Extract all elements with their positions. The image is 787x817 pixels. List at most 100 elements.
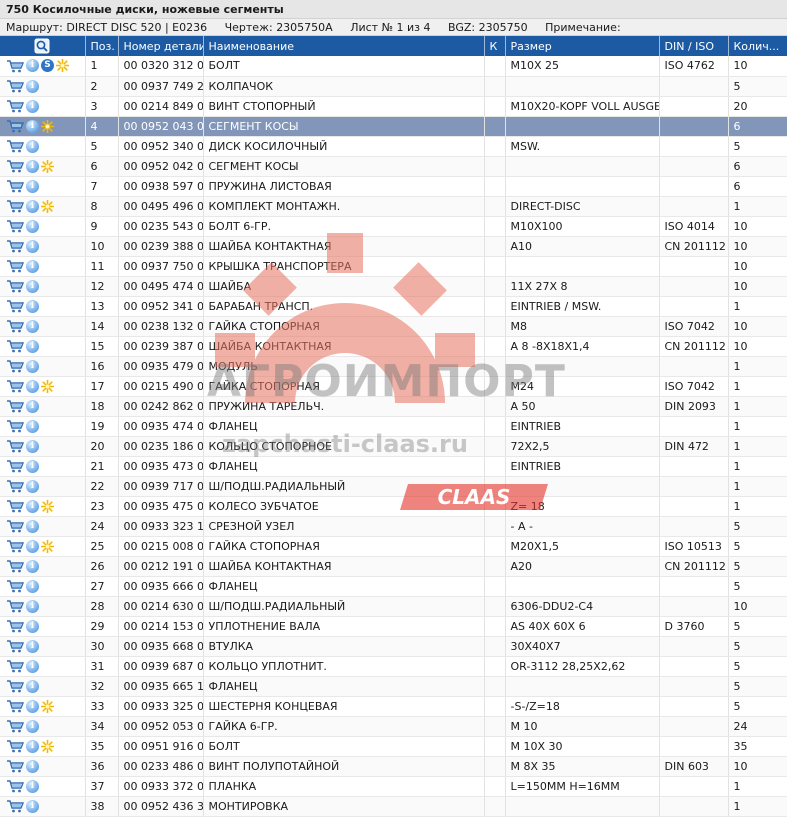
table-row[interactable]: i 16 00 0935 479 0 МОДУЛЬ 1 xyxy=(0,356,787,377)
info-icon[interactable]: i xyxy=(26,679,39,693)
table-row[interactable]: i 10 00 0239 388 0 ШАЙБА КОНТАКТНАЯ A10 CN 20… xyxy=(0,236,787,257)
table-row[interactable]: i 8 00 0495 496 0 КОМПЛЕКТ МОНТАЖН. DIRECT-D… xyxy=(0,196,787,217)
shopping-cart-icon[interactable] xyxy=(6,259,26,273)
cell-part-number[interactable]: 00 0952 340 0 xyxy=(118,136,204,157)
table-row[interactable]: i S 1 00 0320 312 0 БОЛТ M10X 25 ISO 4762 10 xyxy=(0,56,787,77)
cell-part-number[interactable]: 00 0939 687 0 xyxy=(118,656,204,677)
info-icon[interactable]: i xyxy=(26,459,39,473)
shopping-cart-icon[interactable] xyxy=(6,599,26,613)
table-row[interactable]: i 36 00 0233 486 0 ВИНТ ПОЛУПОТАЙНОЙ M 8X 35… xyxy=(0,756,787,777)
table-row[interactable]: i 20 00 0235 186 0 КОЛЬЦО СТОПОРНОЕ 72X2,5 DI… xyxy=(0,436,787,457)
shopping-cart-icon[interactable] xyxy=(6,679,26,693)
shopping-cart-icon[interactable] xyxy=(6,79,26,93)
info-icon[interactable]: i xyxy=(26,699,39,713)
info-icon[interactable]: i xyxy=(26,759,39,773)
info-icon[interactable]: i xyxy=(26,539,39,553)
cell-part-number[interactable]: 00 0952 043 0 xyxy=(118,116,204,137)
cell-part-number[interactable]: 00 0935 666 0 xyxy=(118,576,204,597)
table-row[interactable]: i 13 00 0952 341 0 БАРАБАН ТРАНСП. EINTRIEB … xyxy=(0,296,787,317)
cell-part-number[interactable]: 00 0952 053 0 xyxy=(118,716,204,737)
info-icon[interactable]: i xyxy=(26,639,39,653)
table-row[interactable]: i 30 00 0935 668 0 ВТУЛКА 30X40X7 5 xyxy=(0,636,787,657)
info-icon[interactable]: i xyxy=(26,359,39,373)
info-icon[interactable]: i xyxy=(26,579,39,593)
cell-part-number[interactable]: 00 0214 630 0 xyxy=(118,596,204,617)
table-row[interactable]: i 3 00 0214 849 0 ВИНТ СТОПОРНЫЙ M10X20-KOPF… xyxy=(0,96,787,117)
shopping-cart-icon[interactable] xyxy=(6,659,26,673)
info-icon[interactable]: i xyxy=(26,619,39,633)
shopping-cart-icon[interactable] xyxy=(6,199,26,213)
cell-part-number[interactable]: 00 0935 474 0 xyxy=(118,416,204,437)
cell-part-number[interactable]: 00 0937 750 0 xyxy=(118,256,204,277)
info-icon[interactable]: i xyxy=(26,79,39,93)
cell-part-number[interactable]: 00 0495 474 0 xyxy=(118,276,204,297)
table-row[interactable]: i 5 00 0952 340 0 ДИСК КОСИЛОЧНЫЙ MSW. 5 xyxy=(0,136,787,157)
shopping-cart-icon[interactable] xyxy=(6,439,26,453)
info-icon[interactable]: i xyxy=(26,299,39,313)
table-row[interactable]: i 28 00 0214 630 0 Ш/ПОДШ.РАДИАЛЬНЫЙ 6306-DD… xyxy=(0,596,787,617)
info-icon[interactable]: i xyxy=(26,339,39,353)
cell-part-number[interactable]: 00 0952 436 3 xyxy=(118,796,204,817)
table-row[interactable]: i 2 00 0937 749 2 КОЛПАЧОК 5 xyxy=(0,76,787,97)
table-row[interactable]: i 38 00 0952 436 3 МОНТИРОВКА 1 xyxy=(0,796,787,817)
table-row[interactable]: i 29 00 0214 153 0 УПЛОТНЕНИЕ ВАЛА AS 40X 60… xyxy=(0,616,787,637)
shopping-cart-icon[interactable] xyxy=(6,279,26,293)
shopping-cart-icon[interactable] xyxy=(6,699,26,713)
info-icon[interactable]: i xyxy=(26,59,39,73)
info-icon[interactable]: i xyxy=(26,479,39,493)
column-header-din[interactable]: DIN / ISO xyxy=(659,36,729,56)
info-icon[interactable]: i xyxy=(26,439,39,453)
shopping-cart-icon[interactable] xyxy=(6,59,26,73)
cell-part-number[interactable]: 00 0935 665 1 xyxy=(118,676,204,697)
cell-part-number[interactable]: 00 0320 312 0 xyxy=(118,56,204,77)
cell-part-number[interactable]: 00 0952 042 0 xyxy=(118,156,204,177)
cell-part-number[interactable]: 00 0214 849 0 xyxy=(118,96,204,117)
cell-part-number[interactable]: 00 0495 496 0 xyxy=(118,196,204,217)
search-icon[interactable] xyxy=(34,38,50,54)
table-row[interactable]: i 19 00 0935 474 0 ФЛАНЕЦ EINTRIEB 1 xyxy=(0,416,787,437)
shopping-cart-icon[interactable] xyxy=(6,719,26,733)
shopping-cart-icon[interactable] xyxy=(6,159,26,173)
column-header-name[interactable]: Наименование xyxy=(203,36,485,56)
shopping-cart-icon[interactable] xyxy=(6,459,26,473)
cell-part-number[interactable]: 00 0938 597 0 xyxy=(118,176,204,197)
info-icon[interactable]: i xyxy=(26,139,39,153)
info-icon[interactable]: i xyxy=(26,179,39,193)
shopping-cart-icon[interactable] xyxy=(6,419,26,433)
shopping-cart-icon[interactable] xyxy=(6,479,26,493)
cell-part-number[interactable]: 00 0239 387 0 xyxy=(118,336,204,357)
cell-part-number[interactable]: 00 0235 543 0 xyxy=(118,216,204,237)
table-row[interactable]: i 18 00 0242 862 0 ПРУЖИНА ТАРЕЛЬЧ. A 50 DIN … xyxy=(0,396,787,417)
cell-part-number[interactable]: 00 0935 668 0 xyxy=(118,636,204,657)
cell-part-number[interactable]: 00 0215 490 0 xyxy=(118,376,204,397)
info-icon[interactable]: i xyxy=(26,199,39,213)
shopping-cart-icon[interactable] xyxy=(6,799,26,813)
info-icon[interactable]: i xyxy=(26,219,39,233)
shopping-cart-icon[interactable] xyxy=(6,519,26,533)
table-row[interactable]: i 21 00 0935 473 0 ФЛАНЕЦ EINTRIEB 1 xyxy=(0,456,787,477)
shopping-cart-icon[interactable] xyxy=(6,559,26,573)
info-icon[interactable]: i xyxy=(26,799,39,813)
cell-part-number[interactable]: 00 0238 132 0 xyxy=(118,316,204,337)
shopping-cart-icon[interactable] xyxy=(6,179,26,193)
shopping-cart-icon[interactable] xyxy=(6,99,26,113)
table-row[interactable]: i 35 00 0951 916 0 БОЛТ M 10X 30 35 xyxy=(0,736,787,757)
info-icon[interactable]: i xyxy=(26,319,39,333)
cell-part-number[interactable]: 00 0952 341 0 xyxy=(118,296,204,317)
cell-part-number[interactable]: 00 0235 186 0 xyxy=(118,436,204,457)
cell-part-number[interactable]: 00 0242 862 0 xyxy=(118,396,204,417)
table-row[interactable]: i 12 00 0495 474 0 ШАЙБА 11X 27X 8 10 xyxy=(0,276,787,297)
info-icon[interactable]: i xyxy=(26,599,39,613)
shopping-cart-icon[interactable] xyxy=(6,399,26,413)
cell-part-number[interactable]: 00 0239 388 0 xyxy=(118,236,204,257)
table-row[interactable]: i 37 00 0933 372 0 ПЛАНКА L=150MM H=16MM 1 xyxy=(0,776,787,797)
shopping-cart-icon[interactable] xyxy=(6,779,26,793)
shopping-cart-icon[interactable] xyxy=(6,539,26,553)
info-icon[interactable]: i xyxy=(26,259,39,273)
table-row[interactable]: i 32 00 0935 665 1 ФЛАНЕЦ 5 xyxy=(0,676,787,697)
info-icon[interactable]: i xyxy=(26,719,39,733)
shopping-cart-icon[interactable] xyxy=(6,319,26,333)
column-header-qty[interactable]: Колич... xyxy=(728,36,787,56)
table-row[interactable]: i 7 00 0938 597 0 ПРУЖИНА ЛИСТОВАЯ 6 xyxy=(0,176,787,197)
cell-part-number[interactable]: 00 0933 325 0 xyxy=(118,696,204,717)
